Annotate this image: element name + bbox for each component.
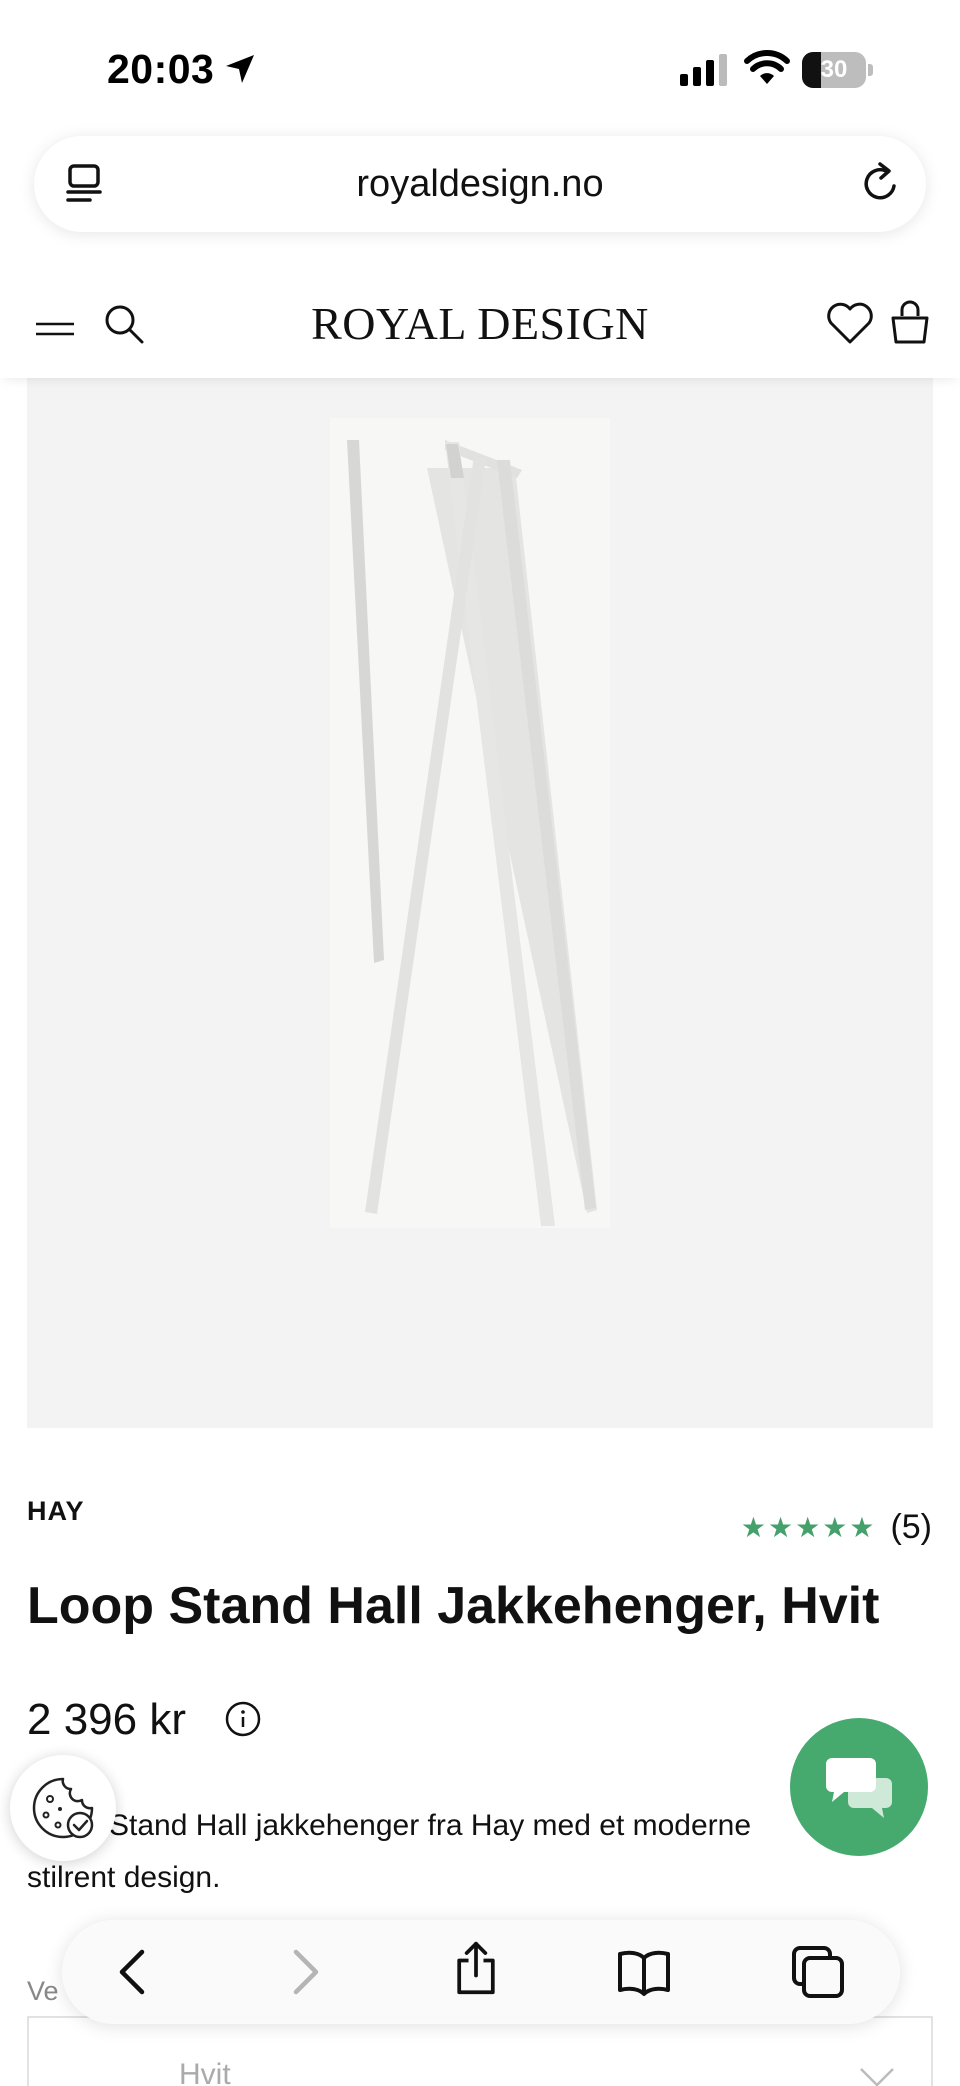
product-rating[interactable]: ★★★★★ (5) — [741, 1508, 932, 1547]
location-arrow-icon — [226, 55, 254, 83]
variant-label: Ve — [27, 1976, 59, 2006]
cookie-icon — [32, 1777, 94, 1839]
forward-icon[interactable] — [276, 1944, 332, 2000]
variant-select[interactable]: Hvit — [27, 2016, 933, 2086]
status-bar: 20:03 30 — [0, 0, 960, 130]
review-count[interactable]: (5) — [890, 1508, 932, 1547]
product-image[interactable] — [27, 378, 933, 1428]
product-description: Stand Hall jakkehenger fra Hay med et mo… — [27, 1800, 807, 1904]
share-icon[interactable] — [448, 1940, 504, 1996]
description-text: Stand Hall jakkehenger fra Hay med et mo… — [27, 1809, 752, 1894]
site-header: ROYAL DESIGN — [0, 282, 960, 378]
battery-indicator: 30 — [802, 52, 874, 88]
bookmarks-icon[interactable] — [616, 1944, 672, 2000]
product-price: 2 396 kr — [27, 1695, 186, 1744]
info-icon[interactable] — [224, 1700, 262, 1738]
reload-icon[interactable] — [858, 160, 904, 206]
heart-icon[interactable] — [826, 300, 874, 346]
cookie-settings-button[interactable] — [10, 1755, 116, 1861]
chevron-down-icon — [860, 2068, 894, 2086]
battery-percent: 30 — [820, 56, 848, 83]
browser-toolbar — [62, 1920, 900, 2024]
variant-value: Hvit — [179, 2058, 231, 2086]
product-title: Loop Stand Hall Jakkehenger, Hvit — [27, 1577, 880, 1635]
chat-bubbles-icon — [826, 1758, 892, 1818]
chat-button[interactable] — [776, 1706, 932, 1862]
shopping-bag-icon[interactable] — [888, 298, 932, 346]
status-time: 20:03 — [107, 46, 215, 92]
back-icon[interactable] — [106, 1944, 162, 2000]
url-text[interactable]: royaldesign.no — [34, 136, 926, 232]
wifi-icon — [744, 50, 790, 84]
cellular-signal-icon — [680, 54, 727, 86]
site-logo[interactable]: ROYAL DESIGN — [0, 282, 960, 366]
address-bar[interactable]: royaldesign.no — [34, 136, 926, 232]
product-brand[interactable]: HAY — [27, 1496, 85, 1527]
tabs-icon[interactable] — [790, 1944, 846, 2000]
rating-stars: ★★★★★ — [740, 1512, 877, 1543]
coat-stand-illustration — [27, 378, 933, 1428]
